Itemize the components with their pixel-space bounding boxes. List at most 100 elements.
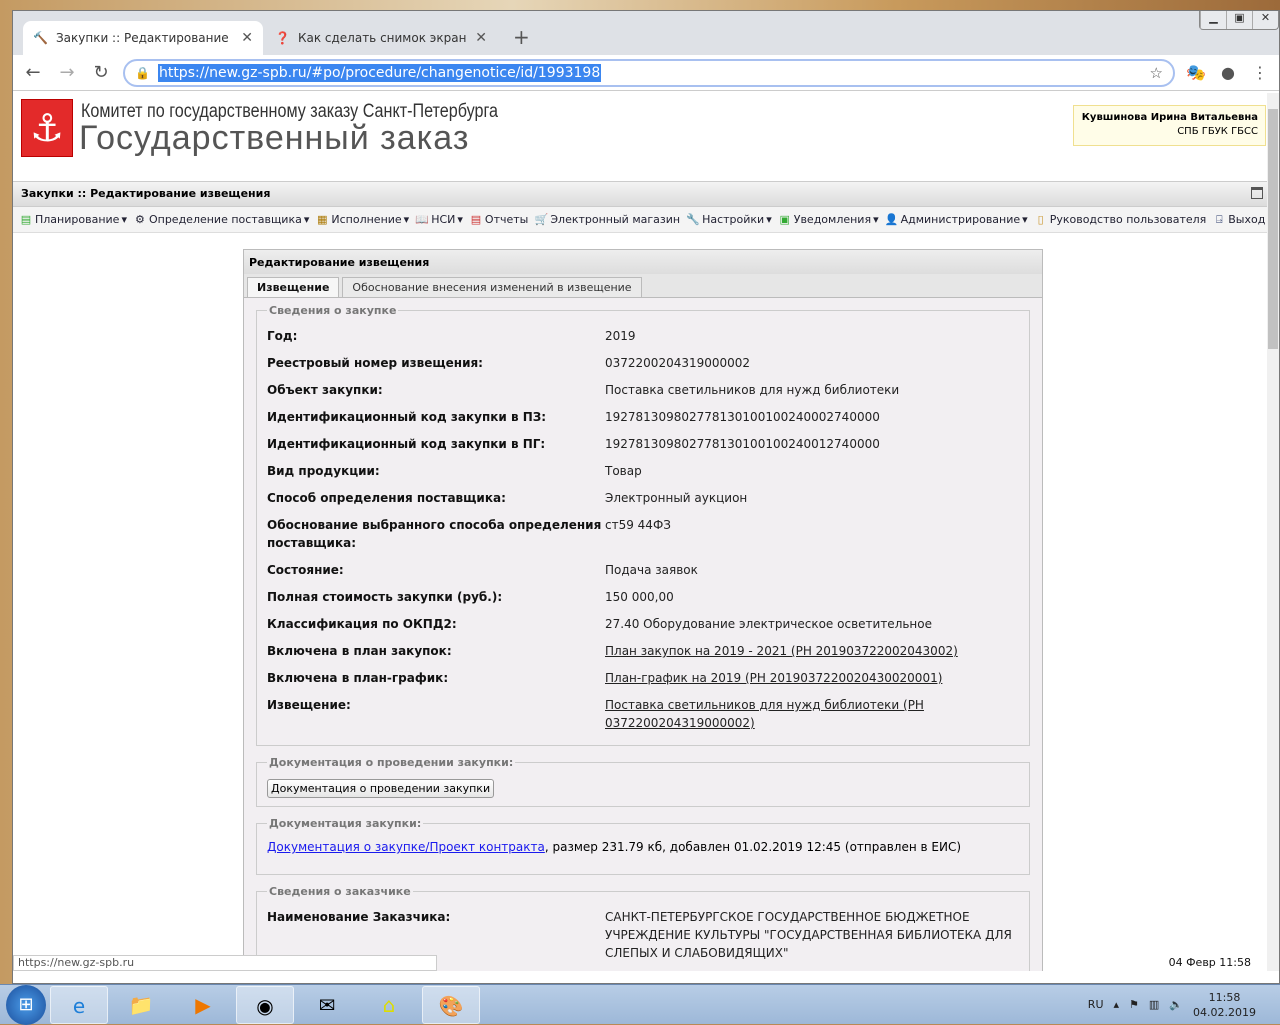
media-player-taskbar-icon[interactable]: ▶ <box>174 986 232 1024</box>
field-value: САНКТ-ПЕТЕРБУРГСКОЕ ГОСУДАРСТВЕННОЕ БЮДЖ… <box>605 910 1012 960</box>
tab-title: Как сделать снимок экрана (скр <box>297 31 467 45</box>
action-center-flag-icon[interactable]: ⚑ <box>1129 998 1139 1011</box>
app-taskbar-icon[interactable]: ⌂ <box>360 986 418 1024</box>
tray-expand-icon[interactable]: ▴ <box>1114 998 1120 1011</box>
close-tab-icon[interactable]: ✕ <box>475 30 487 46</box>
bookmark-star-icon[interactable]: ☆ <box>1150 64 1163 82</box>
field-row: Идентификационный код закупки в ПГ: 19278… <box>267 429 1019 456</box>
gears-icon: ⚙ <box>135 212 145 226</box>
field-value: Электронный аукцион <box>605 491 748 505</box>
section-legend: Документация закупки: <box>269 817 422 830</box>
menu-execution[interactable]: ▦ Исполнение ▾ <box>315 213 409 227</box>
start-button[interactable]: ⊞ <box>6 984 46 1025</box>
clock-date: 04.02.2019 <box>1193 1005 1256 1019</box>
field-label: Год: <box>267 329 298 343</box>
language-indicator[interactable]: RU <box>1088 998 1104 1011</box>
gavel-icon: 🔨 <box>33 31 48 45</box>
field-label: Включена в план-график: <box>267 671 449 685</box>
clock-time: 11:58 <box>1208 990 1241 1004</box>
field-label: Наименование Заказчика: <box>267 910 451 924</box>
field-value: 0372200204319000002 <box>605 356 751 370</box>
clock[interactable]: 11:58 04.02.2019 <box>1193 990 1256 1020</box>
conduct-docs-button[interactable]: Документация о проведении закупки <box>267 779 495 798</box>
field-label: Включена в план закупок: <box>267 644 452 658</box>
field-row: Состояние: Подача заявок <box>267 555 1019 582</box>
chrome-taskbar-icon[interactable]: ◉ <box>236 985 294 1024</box>
manual-icon: ▯ <box>1037 212 1044 226</box>
maximize-icon[interactable]: ▣ <box>1226 11 1252 29</box>
scrollbar-thumb[interactable] <box>1268 109 1278 349</box>
field-value: Товар <box>605 464 642 478</box>
window-controls: ▁ ▣ ✕ <box>1199 11 1279 30</box>
network-icon[interactable]: ▥ <box>1149 998 1159 1011</box>
section-legend: Сведения о закупке <box>269 304 397 317</box>
menu-settings[interactable]: 🔧 Настройки ▾ <box>686 213 772 227</box>
menu-eshop[interactable]: 🛒 Электронный магазин <box>534 213 681 227</box>
menu-label: Исполнение <box>331 213 402 226</box>
field-label: Полная стоимость закупки (руб.): <box>267 590 503 604</box>
field-row: Год: 2019 <box>267 321 1019 348</box>
menu-planning[interactable]: ▤ Планирование ▾ <box>19 213 127 227</box>
field-row: Вид продукции: Товар <box>267 456 1019 483</box>
explorer-taskbar-icon[interactable]: 📁 <box>112 986 170 1024</box>
field-row: Идентификационный код закупки в ПЗ: 19278… <box>267 402 1019 429</box>
paint-taskbar-icon[interactable]: 🎨 <box>422 985 480 1024</box>
menu-dots-icon[interactable]: ⋮ <box>1249 63 1271 82</box>
field-label: Классификация по ОКПД2: <box>267 617 457 631</box>
menu-label: НСИ <box>431 213 456 226</box>
ie-taskbar-icon[interactable]: e <box>50 985 108 1024</box>
minimize-icon[interactable]: ▁ <box>1200 11 1226 29</box>
admin-icon: 👤 <box>884 212 899 226</box>
menu-supplier[interactable]: ⚙ Определение поставщика ▾ <box>133 213 309 227</box>
browser-window: 🔨 Закупки :: Редактирование изве ✕ ❓ Как… <box>12 10 1280 984</box>
spb-coat-of-arms-logo: ⚓ <box>21 99 73 157</box>
section-legend: Документация о проведении закупки: <box>269 756 514 769</box>
execution-icon: ▦ <box>317 212 328 226</box>
volume-icon[interactable]: 🔈 <box>1169 998 1183 1011</box>
browser-tab[interactable]: ❓ Как сделать снимок экрана (скр ✕ <box>265 21 497 55</box>
menu-manual[interactable]: ▯ Руководство пользователя <box>1034 213 1207 227</box>
menu-admin[interactable]: 👤 Администрирование ▾ <box>885 213 1028 227</box>
menu-nsi[interactable]: 📖 НСИ ▾ <box>415 213 463 227</box>
tab-notice[interactable]: Извещение <box>247 277 340 297</box>
field-value: 192781309802778130100100240002740000 <box>605 410 880 424</box>
menu-label: Определение поставщика <box>148 213 302 226</box>
notification-icon: ▣ <box>779 212 790 226</box>
menu-label: Руководство пользователя <box>1049 213 1207 226</box>
exit-label: Выход <box>1228 213 1266 226</box>
menu-label: Электронный магазин <box>550 213 681 226</box>
thunderbird-taskbar-icon[interactable]: ✉ <box>298 986 356 1024</box>
conduct-docs-section: Документация о проведении закупки: Докум… <box>256 756 1030 807</box>
main-menu: ▤ Планирование ▾ ⚙ Определение поставщика ▾ … <box>13 207 1269 233</box>
new-tab-button[interactable]: + <box>513 25 530 49</box>
field-label: Вид продукции: <box>267 464 380 478</box>
extension-icon[interactable]: 🎭 <box>1185 63 1207 82</box>
menu-label: Администрирование <box>900 213 1021 226</box>
field-value: Подача заявок <box>605 563 698 577</box>
panel-body: Сведения о закупке Год: 2019 Реестровый но… <box>244 298 1042 971</box>
reload-icon[interactable]: ↻ <box>89 62 113 83</box>
back-icon[interactable]: ← <box>21 62 45 83</box>
field-value-link[interactable]: План-график на 2019 (РН 2019037220020430… <box>605 665 1019 687</box>
field-value-link[interactable]: Поставка светильников для нужд библиотек… <box>605 692 1019 732</box>
menu-notifications[interactable]: ▣ Уведомления ▾ <box>778 213 879 227</box>
field-value: ст59 44ФЗ <box>605 518 671 532</box>
page-scrollbar[interactable] <box>1267 93 1279 971</box>
taskbar: ⊞ e 📁 ▶ ◉ ✉ ⌂ 🎨 RU ▴ ⚑ ▥ 🔈 11:58 04.02.2… <box>0 984 1280 1025</box>
address-bar[interactable]: 🔒 https://new.gz-spb.ru/#po/procedure/ch… <box>123 58 1175 87</box>
docs-info: , размер 231.79 кб, добавлен 01.02.2019 … <box>544 840 962 854</box>
tab-change-justification[interactable]: Обоснование внесения изменений в извещен… <box>342 277 642 297</box>
exit-button[interactable]: ⍈ Выход <box>1212 213 1265 227</box>
contract-docs-link[interactable]: Документация о закупке/Проект контракта <box>267 840 545 854</box>
maximize-panel-icon[interactable] <box>1251 187 1263 199</box>
menu-reports[interactable]: ▤ Отчеты <box>469 213 529 227</box>
close-tab-icon[interactable]: ✕ <box>241 30 253 46</box>
browser-tab-active[interactable]: 🔨 Закупки :: Редактирование изве ✕ <box>23 21 263 55</box>
field-value-link[interactable]: План закупок на 2019 - 2021 (РН 20190372… <box>605 638 1019 660</box>
forward-icon[interactable]: → <box>55 62 79 83</box>
url-text[interactable]: https://new.gz-spb.ru/#po/procedure/chan… <box>157 63 602 82</box>
edit-notice-panel: Редактирование извещения Извещение Обосн… <box>243 249 1043 971</box>
account-icon[interactable]: ● <box>1217 63 1239 82</box>
breadcrumb-text: Закупки :: Редактирование извещения <box>21 187 271 200</box>
close-window-icon[interactable]: ✕ <box>1252 11 1278 29</box>
